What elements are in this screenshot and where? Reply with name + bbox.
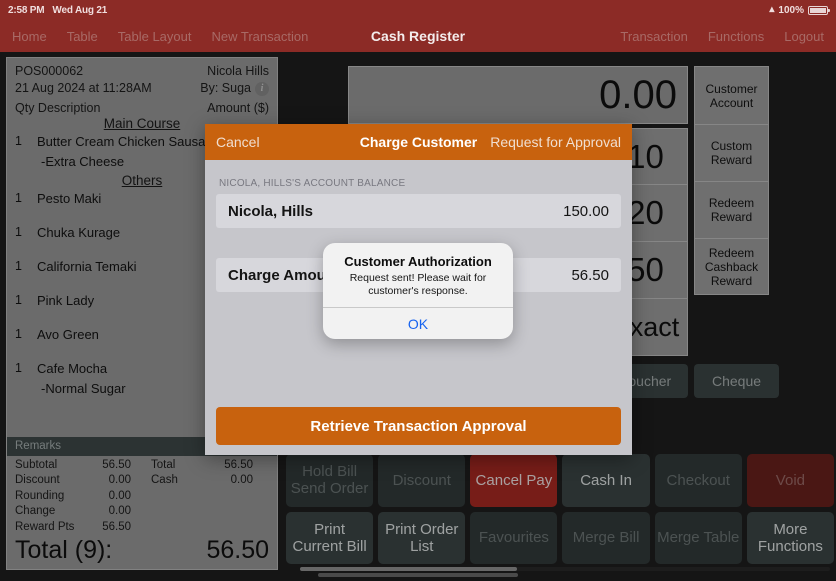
home-indicator[interactable] — [318, 573, 518, 577]
battery-icon — [808, 5, 830, 15]
account-balance-value: 150.00 — [563, 202, 609, 220]
alert-message: Request sent! Please wait for customer's… — [349, 272, 487, 297]
account-balance-row[interactable]: Nicola, Hills 150.00 — [216, 194, 621, 228]
charge-modal-toolbar: Cancel Charge Customer Request for Appro… — [205, 124, 632, 160]
nav-right-group: Transaction Functions Logout — [620, 29, 836, 44]
nav-item-new-transaction[interactable]: New Transaction — [212, 29, 309, 44]
nav-item-logout[interactable]: Logout — [784, 29, 824, 44]
nav-item-home[interactable]: Home — [12, 29, 47, 44]
nav-item-functions[interactable]: Functions — [708, 29, 764, 44]
request-for-approval-button[interactable]: Request for Approval — [490, 134, 621, 150]
top-navigation-bar: Home Table Table Layout New Transaction … — [0, 20, 836, 52]
nav-left-group: Home Table Table Layout New Transaction — [0, 29, 308, 44]
retrieve-transaction-approval-button[interactable]: Retrieve Transaction Approval — [216, 407, 621, 445]
alert-ok-button[interactable]: OK — [323, 308, 513, 339]
alert-title: Customer Authorization — [344, 254, 492, 269]
account-balance-name: Nicola, Hills — [228, 202, 314, 220]
customer-authorization-alert: Customer Authorization Request sent! Ple… — [323, 243, 513, 339]
charge-amount-value: 56.50 — [571, 266, 609, 284]
nav-item-transaction[interactable]: Transaction — [620, 29, 687, 44]
wifi-icon: ▴ — [769, 4, 775, 15]
nav-item-table[interactable]: Table — [67, 29, 98, 44]
status-right-cluster: ▴ 100% — [769, 4, 830, 16]
battery-percent-label: 100% — [778, 4, 804, 16]
status-time: 2:58 PM — [8, 4, 45, 16]
status-bar: 2:58 PM Wed Aug 21 ▴ 100% — [0, 0, 836, 20]
nav-item-table-layout[interactable]: Table Layout — [118, 29, 192, 44]
status-date: Wed Aug 21 — [52, 4, 108, 16]
alert-content: Customer Authorization Request sent! Ple… — [323, 243, 513, 307]
cancel-button[interactable]: Cancel — [216, 134, 260, 150]
account-balance-section-label: NICOLA, HILLS'S ACCOUNT BALANCE — [219, 178, 406, 189]
cash-register-screen: 2:58 PM Wed Aug 21 ▴ 100% Home Table Tab… — [0, 0, 836, 581]
